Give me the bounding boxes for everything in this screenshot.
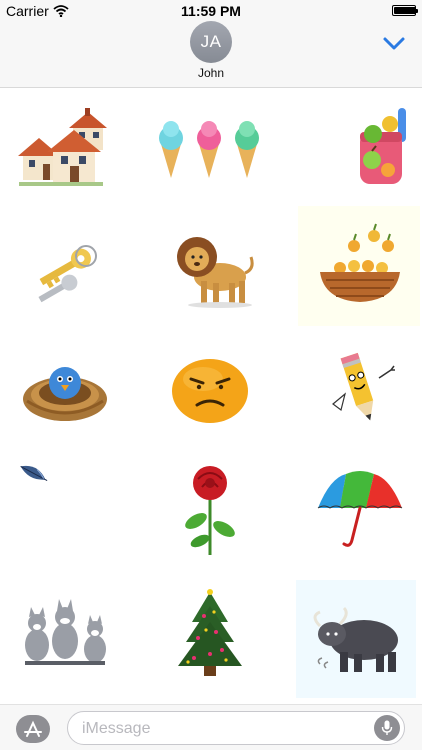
status-time: 11:59 PM <box>181 3 241 19</box>
fruit-basket-sticker[interactable] <box>298 206 420 326</box>
collapse-button[interactable] <box>380 33 408 53</box>
wolves-sticker[interactable] <box>5 574 125 692</box>
microphone-button[interactable] <box>374 715 400 741</box>
key-sticker[interactable] <box>5 210 125 328</box>
red-rose-sticker[interactable] <box>150 450 270 568</box>
contact-name[interactable]: John <box>0 66 422 80</box>
imessage-input[interactable] <box>82 718 352 740</box>
grumpy-orange-face-sticker[interactable] <box>150 330 270 448</box>
yak-sticker[interactable] <box>296 580 416 698</box>
microphone-icon <box>381 720 393 735</box>
status-bar: Carrier 11:59 PM <box>0 0 422 22</box>
battery-level <box>394 7 416 14</box>
bird-in-nest-sticker[interactable] <box>5 330 125 448</box>
pencil-character-sticker[interactable] <box>300 330 420 448</box>
imessage-field[interactable] <box>67 711 405 745</box>
avatar-initials: JA <box>200 32 222 51</box>
feather-sticker[interactable] <box>5 450 125 568</box>
battery-icon <box>392 5 418 16</box>
app-store-button[interactable] <box>16 715 50 743</box>
sticker-grid <box>0 90 422 700</box>
chevron-down-icon <box>383 37 405 50</box>
umbrella-sticker[interactable] <box>300 450 420 568</box>
lion-sticker[interactable] <box>150 210 270 328</box>
fruit-jar-sticker[interactable] <box>300 90 420 208</box>
app-store-icon <box>24 720 42 737</box>
christmas-tree-sticker[interactable] <box>150 574 270 692</box>
ice-cream-cones-sticker[interactable] <box>150 90 270 208</box>
message-input-bar <box>0 704 422 750</box>
houses-sticker[interactable] <box>5 90 125 208</box>
contact-avatar[interactable]: JA <box>190 21 232 63</box>
